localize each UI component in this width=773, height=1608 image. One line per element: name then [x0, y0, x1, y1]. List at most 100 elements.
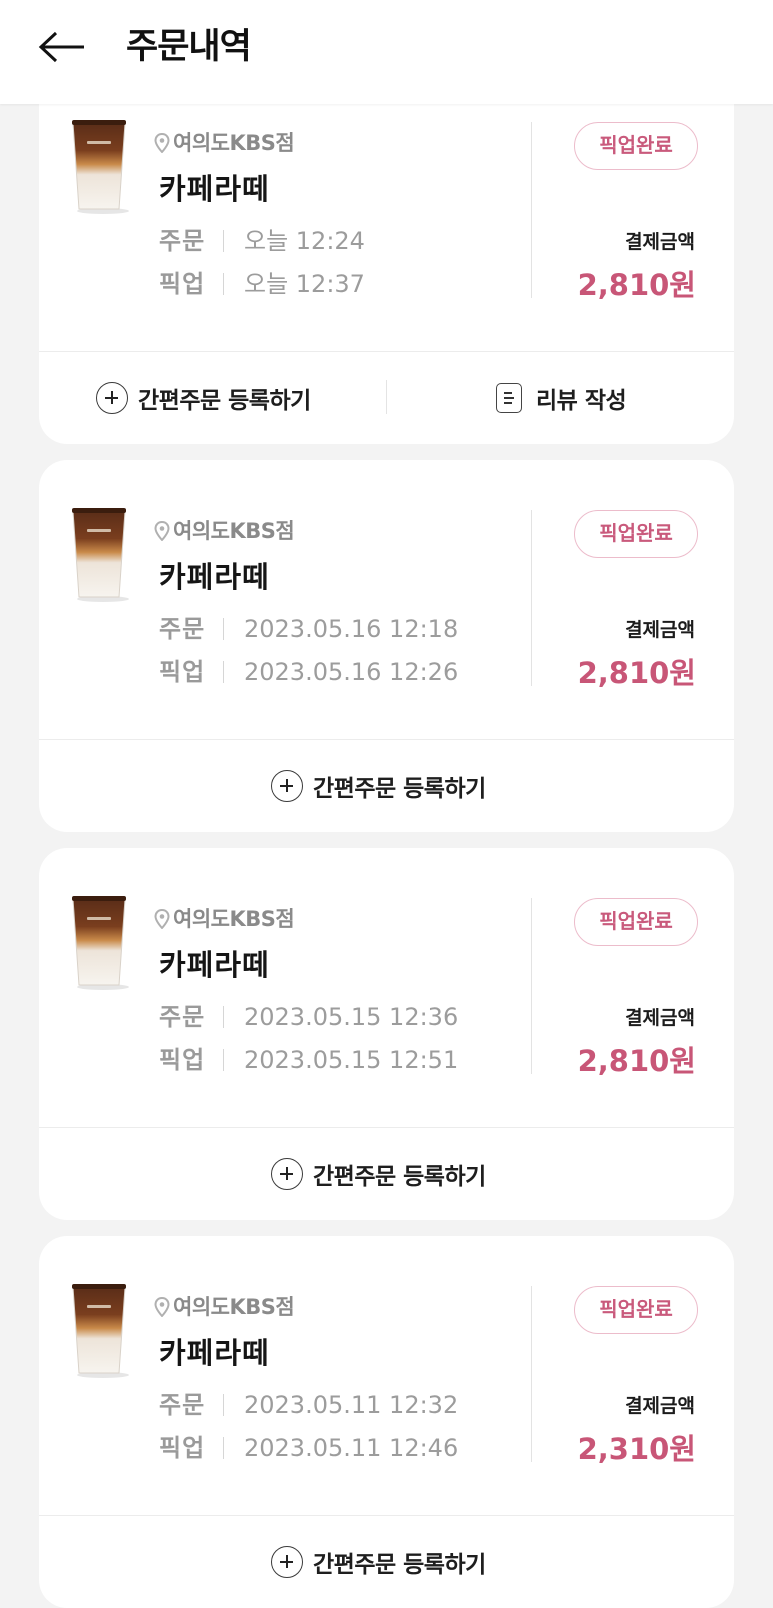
order-summary[interactable]: 여의도KBS점 카페라떼 주문 오늘 12:24 픽업 오늘 12:37 픽업완…	[39, 72, 734, 352]
store-name-text: 여의도KBS점	[173, 907, 295, 931]
store-name: 여의도KBS점	[154, 516, 295, 546]
pickup-time: 2023.05.11 12:46	[244, 1434, 459, 1462]
plus-circle-icon	[271, 1157, 303, 1190]
quick-order-register-button[interactable]: 간편주문 등록하기	[271, 740, 486, 831]
store-name-text: 여의도KBS점	[173, 131, 295, 155]
payment-label: 결제금액	[625, 1007, 695, 1029]
store-name: 여의도KBS점	[154, 904, 295, 934]
product-name: 카페라떼	[159, 948, 270, 982]
order-time: 오늘 12:24	[244, 227, 365, 255]
card-actions: 간편주문 등록하기	[39, 739, 734, 832]
cafe-latte-cup-image	[72, 508, 129, 602]
order-time-row: 주문 2023.05.15 12:36	[159, 1001, 458, 1033]
review-label: 리뷰 작성	[536, 387, 627, 414]
order-summary[interactable]: 여의도KBS점 카페라떼 주문 2023.05.11 12:32 픽업 2023…	[39, 1236, 734, 1516]
order-time-row: 주문 2023.05.11 12:32	[159, 1389, 458, 1421]
order-time: 2023.05.11 12:32	[244, 1391, 459, 1419]
order-card[interactable]: 여의도KBS점 카페라떼 주문 2023.05.11 12:32 픽업 2023…	[39, 1236, 734, 1608]
separator	[223, 230, 224, 252]
order-label: 주문	[159, 1003, 206, 1031]
payment-amount: 2,810원	[577, 1044, 696, 1078]
quick-order-register-button[interactable]: 간편주문 등록하기	[96, 352, 311, 443]
status-badge: 픽업완료	[574, 1286, 698, 1334]
order-label: 주문	[159, 227, 206, 255]
order-summary[interactable]: 여의도KBS점 카페라떼 주문 2023.05.16 12:18 픽업 2023…	[39, 460, 734, 740]
quick-order-label: 간편주문 등록하기	[313, 1551, 486, 1578]
quick-order-label: 간편주문 등록하기	[313, 775, 486, 802]
pickup-label: 픽업	[159, 658, 206, 686]
quick-order-register-button[interactable]: 간편주문 등록하기	[271, 1128, 486, 1219]
pickup-time-row: 픽업 2023.05.11 12:46	[159, 1432, 458, 1464]
plus-circle-icon	[96, 381, 128, 414]
pickup-time: 오늘 12:37	[244, 270, 365, 298]
write-review-button[interactable]: 리뷰 작성	[496, 352, 627, 443]
store-name: 여의도KBS점	[154, 1292, 295, 1322]
back-arrow-icon	[38, 31, 84, 63]
cafe-latte-cup-image	[72, 1284, 129, 1378]
card-actions: 간편주문 등록하기 리뷰 작성	[39, 351, 734, 444]
plus-circle-icon	[271, 769, 303, 802]
action-divider	[386, 380, 387, 414]
product-name: 카페라떼	[159, 560, 270, 594]
quick-order-label: 간편주문 등록하기	[313, 1163, 486, 1190]
quick-order-register-button[interactable]: 간편주문 등록하기	[271, 1516, 486, 1607]
location-pin-icon	[154, 909, 170, 929]
order-time: 2023.05.16 12:18	[244, 615, 459, 643]
separator	[223, 1394, 224, 1416]
pickup-time: 2023.05.16 12:26	[244, 658, 459, 686]
location-pin-icon	[154, 1297, 170, 1317]
status-badge: 픽업완료	[574, 122, 698, 170]
payment-label: 결제금액	[625, 231, 695, 253]
app-header: 주문내역	[0, 0, 773, 104]
separator	[223, 1049, 224, 1071]
order-time-row: 주문 오늘 12:24	[159, 225, 365, 257]
vertical-divider	[531, 510, 532, 686]
payment-label: 결제금액	[625, 619, 695, 641]
vertical-divider	[531, 898, 532, 1074]
order-label: 주문	[159, 615, 206, 643]
payment-amount: 2,810원	[577, 268, 696, 302]
page-title: 주문내역	[126, 27, 252, 67]
payment-label: 결제금액	[625, 1395, 695, 1417]
pickup-label: 픽업	[159, 1046, 206, 1074]
status-badge: 픽업완료	[574, 510, 698, 558]
order-summary[interactable]: 여의도KBS점 카페라떼 주문 2023.05.15 12:36 픽업 2023…	[39, 848, 734, 1128]
cafe-latte-cup-image	[72, 896, 129, 990]
card-actions: 간편주문 등록하기	[39, 1515, 734, 1608]
location-pin-icon	[154, 521, 170, 541]
separator	[223, 661, 224, 683]
order-card[interactable]: 여의도KBS점 카페라떼 주문 오늘 12:24 픽업 오늘 12:37 픽업완…	[39, 72, 734, 444]
pickup-time-row: 픽업 2023.05.15 12:51	[159, 1044, 458, 1076]
separator	[223, 1437, 224, 1459]
order-label: 주문	[159, 1391, 206, 1419]
order-time: 2023.05.15 12:36	[244, 1003, 459, 1031]
pickup-label: 픽업	[159, 1434, 206, 1462]
payment-amount: 2,810원	[577, 656, 696, 690]
order-card[interactable]: 여의도KBS점 카페라떼 주문 2023.05.16 12:18 픽업 2023…	[39, 460, 734, 832]
pickup-time: 2023.05.15 12:51	[244, 1046, 459, 1074]
store-name: 여의도KBS점	[154, 128, 295, 158]
location-pin-icon	[154, 133, 170, 153]
quick-order-label: 간편주문 등록하기	[138, 387, 311, 414]
payment-amount: 2,310원	[577, 1432, 696, 1466]
status-badge: 픽업완료	[574, 898, 698, 946]
separator	[223, 618, 224, 640]
separator	[223, 1006, 224, 1028]
card-actions: 간편주문 등록하기	[39, 1127, 734, 1220]
cafe-latte-cup-image	[72, 120, 129, 214]
separator	[223, 273, 224, 295]
vertical-divider	[531, 1286, 532, 1462]
order-time-row: 주문 2023.05.16 12:18	[159, 613, 458, 645]
order-card[interactable]: 여의도KBS점 카페라떼 주문 2023.05.15 12:36 픽업 2023…	[39, 848, 734, 1220]
store-name-text: 여의도KBS점	[173, 519, 295, 543]
pickup-time-row: 픽업 오늘 12:37	[159, 268, 365, 300]
product-name: 카페라떼	[159, 172, 270, 206]
pickup-label: 픽업	[159, 270, 206, 298]
back-button[interactable]	[34, 24, 90, 70]
vertical-divider	[531, 122, 532, 298]
product-name: 카페라떼	[159, 1336, 270, 1370]
pickup-time-row: 픽업 2023.05.16 12:26	[159, 656, 458, 688]
store-name-text: 여의도KBS점	[173, 1295, 295, 1319]
review-document-icon	[496, 382, 522, 413]
plus-circle-icon	[271, 1545, 303, 1578]
